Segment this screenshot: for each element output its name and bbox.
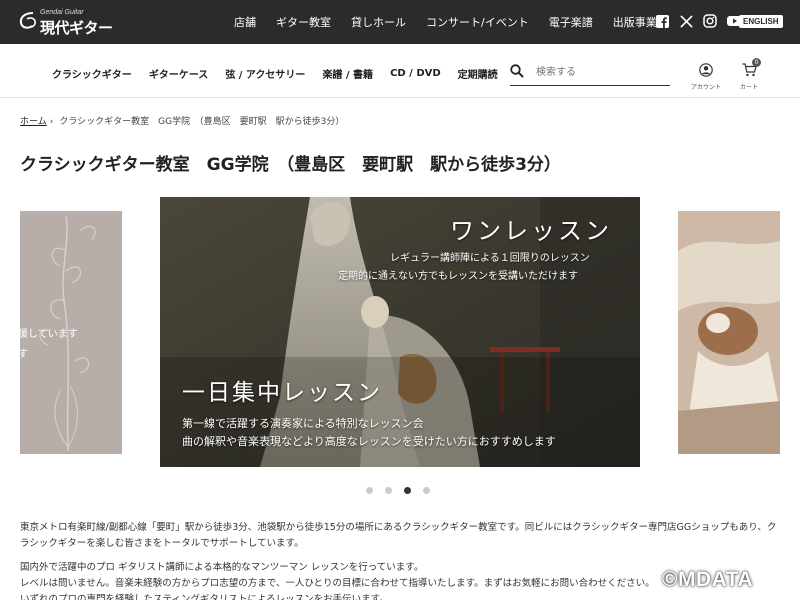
slide-heading-intensive-lesson: 一日集中レッスン: [182, 380, 382, 406]
top-nav: 店舗 ギター教室 貸しホール コンサート/イベント 電子楽譜 出版事業: [234, 0, 677, 44]
carousel-dot-2[interactable]: [385, 487, 392, 494]
catnav-item-subscription[interactable]: 定期購読: [458, 66, 498, 81]
catnav-item-cd-dvd[interactable]: CD / DVD: [390, 68, 441, 79]
topnav-item-concerts-events[interactable]: コンサート/イベント: [426, 14, 529, 30]
page-title: クラシックギター教室 GG学院 （豊島区 要町駅 駅から徒歩3分）: [20, 155, 561, 175]
carousel-dot-4[interactable]: [423, 487, 430, 494]
english-button[interactable]: ENGLISH: [739, 15, 783, 28]
site-logo[interactable]: Gendai Guitar 現代ギター: [18, 8, 128, 37]
top-bar: Gendai Guitar 現代ギター 店舗 ギター教室 貸しホール コンサート…: [0, 0, 800, 44]
breadcrumb: ホーム › クラシックギター教室 GG学院 （豊島区 要町駅 駅から徒歩3分）: [20, 114, 344, 127]
catnav-item-classical-guitar[interactable]: クラシックギター: [52, 66, 132, 81]
logo-text: 現代ギター: [40, 19, 113, 37]
search-input[interactable]: [536, 62, 666, 82]
topnav-item-publishing[interactable]: 出版事業: [613, 14, 657, 30]
carousel-dots: [366, 487, 430, 494]
catnav-item-strings-accessories[interactable]: 弦 / アクセサリー: [225, 66, 305, 81]
topnav-item-hall-rental[interactable]: 貸しホール: [351, 14, 406, 30]
social-links: [654, 13, 742, 29]
cart-count-badge: 0: [752, 58, 761, 67]
instagram-icon[interactable]: [702, 13, 718, 29]
breadcrumb-separator: ›: [49, 117, 54, 127]
carousel-active-slide[interactable]: ワンレッスン レギュラー講師陣による１回限りのレッスン 定期的に通えない方でもレ…: [160, 197, 640, 467]
category-header: クラシックギター ギターケース 弦 / アクセサリー 楽譜 / 書籍 CD / …: [0, 44, 800, 98]
carousel-next-slide[interactable]: [678, 211, 780, 454]
topnav-item-stores[interactable]: 店舗: [234, 14, 256, 30]
prev-slide-text-2: す: [20, 349, 28, 360]
slide-text-1: レギュラー講師陣による１回限りのレッスン: [390, 253, 590, 264]
slide-heading-one-lesson: ワンレッスン: [450, 217, 612, 245]
catnav-item-scores-books[interactable]: 楽譜 / 書籍: [322, 66, 373, 81]
account-label: アカウント: [690, 84, 721, 91]
painting-illustration: [678, 211, 780, 454]
category-nav: クラシックギター ギターケース 弦 / アクセサリー 楽譜 / 書籍 CD / …: [52, 44, 515, 102]
logo-small-text: Gendai Guitar: [40, 9, 84, 16]
breadcrumb-home-link[interactable]: ホーム: [20, 117, 47, 127]
watermark: ©MDATA: [662, 568, 754, 591]
topnav-item-guitar-school[interactable]: ギター教室: [276, 14, 331, 30]
slide-text-4: 曲の解釈や音楽表現などより高度なレッスンを受けたい方におすすめします: [182, 435, 556, 448]
topnav-item-digital-scores[interactable]: 電子楽譜: [549, 14, 593, 30]
breadcrumb-current: クラシックギター教室 GG学院 （豊島区 要町駅 駅から徒歩3分）: [59, 117, 345, 127]
search-icon[interactable]: [510, 64, 524, 78]
slide-text-3: 第一線で活躍する演奏家による特別なレッスン会: [182, 417, 424, 430]
carousel-dot-1[interactable]: [366, 487, 373, 494]
cart-button[interactable]: 0 カート: [736, 58, 762, 91]
prev-slide-text-1: 援しています: [20, 329, 78, 340]
logo-mark-icon: [19, 12, 36, 29]
x-icon[interactable]: [678, 13, 694, 29]
carousel-dot-3[interactable]: [404, 487, 411, 494]
slide-text-2: 定期的に通えない方でもレッスンを受講いただけます: [338, 271, 578, 282]
catnav-item-guitar-case[interactable]: ギターケース: [149, 66, 209, 81]
account-button[interactable]: アカウント: [690, 62, 722, 91]
carousel-prev-slide[interactable]: 援しています す: [20, 211, 122, 454]
description-paragraph-1: 東京メトロ有楽町線/副都心線「要町」駅から徒歩3分、池袋駅から徒歩15分の場所に…: [20, 522, 777, 549]
facebook-icon[interactable]: [654, 13, 670, 29]
user-icon: [699, 63, 713, 77]
description-line-2c: いずれのプロの専門を経験したスティングギタリストによるレッスンをお手伝います。: [20, 594, 389, 600]
search-box: [510, 62, 670, 86]
cart-label: カート: [739, 84, 758, 91]
